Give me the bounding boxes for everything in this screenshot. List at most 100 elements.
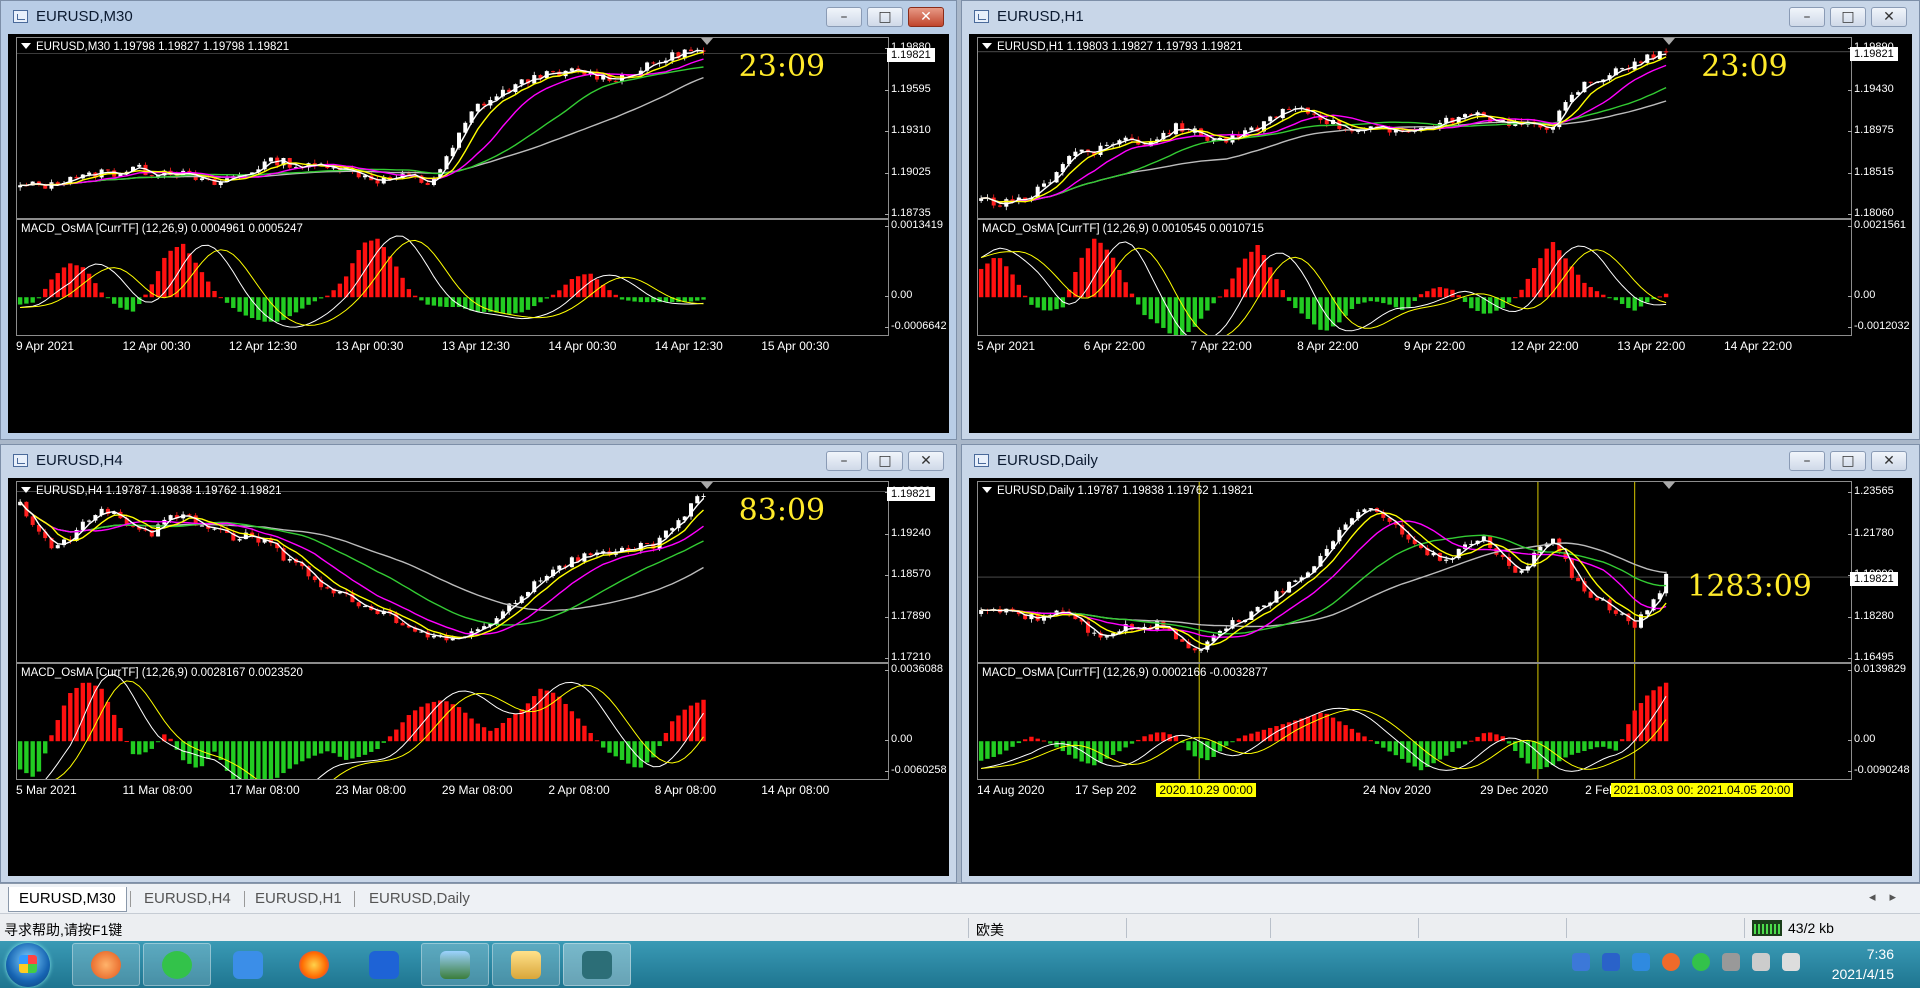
price-pane[interactable]: EURUSD,Daily 1.19787 1.19838 1.19762 1.1… [977,481,1852,663]
macd-bar [306,741,311,759]
macd-axis[interactable]: 0.0139829 0.00 -0.0090248 [1847,663,1912,780]
macd-bar [575,718,581,742]
macd-indicator-label: MACD_OsMA [CurrTF] (12,26,9) 0.0004961 0… [21,223,303,235]
taskbar-clock[interactable]: 7:36 2021/4/15 [1832,944,1894,984]
tab-eurusd-m30[interactable]: EURUSD,M30 [8,887,127,912]
tray-app-icon[interactable] [1572,953,1590,971]
time-tick-label: 7 Apr 22:00 [1190,339,1252,353]
taskbar-app-3[interactable] [214,943,282,986]
wechat-tray-icon[interactable] [1692,953,1710,971]
candle [645,542,650,545]
chart-window-h1[interactable]: EURUSD,H1 – □ ✕ EURUSD,H1 1.19803 1.1982… [961,0,1920,440]
chart-area[interactable]: EURUSD,H1 1.19803 1.19827 1.19793 1.1982… [969,34,1912,433]
macd-bar [1462,297,1468,302]
network-icon[interactable] [1782,953,1800,971]
time-axis[interactable]: 5 Apr 2021 6 Apr 22:00 7 Apr 22:00 8 Apr 22… [977,339,1852,355]
chart-shift-marker-icon[interactable] [1663,38,1676,45]
tray-app-icon[interactable] [1632,953,1650,971]
time-tick-label: 13 Apr 22:00 [1617,339,1686,353]
close-button[interactable]: ✕ [1871,451,1907,471]
taskbar-app-5[interactable] [350,943,418,986]
collapse-triangle-icon[interactable] [982,43,992,49]
macd-bar [1569,266,1575,298]
chart-window-h4[interactable]: EURUSD,H4 – □ ✕ EURUSD,H4 1.19787 1.1983… [0,444,957,883]
macd-bar [1004,266,1009,298]
price-pane[interactable]: EURUSD,H1 1.19803 1.19827 1.19793 1.1982… [977,37,1852,219]
firefox-icon [299,951,329,979]
macd-bar [1236,267,1241,298]
minimize-button[interactable]: – [1789,451,1825,471]
price-pane[interactable]: EURUSD,H4 1.19787 1.19838 1.19762 1.1982… [16,481,889,663]
mdi-workspace: EURUSD,M30 – □ ✕ EURUSD,M30 1.19798 1.19… [0,0,1920,883]
taskbar-app-photos[interactable] [421,943,489,986]
maximize-button[interactable]: □ [1830,451,1866,471]
close-button[interactable]: ✕ [908,451,944,471]
tab-eurusd-h1[interactable]: EURUSD,H1 [245,887,352,911]
maximize-button[interactable]: □ [867,7,903,27]
chart-shift-marker-icon[interactable] [700,482,713,489]
macd-bar [1469,740,1474,742]
tab-eurusd-h4[interactable]: EURUSD,H4 [134,887,241,911]
taskbar-app-firefox[interactable] [280,943,348,986]
time-axis[interactable]: 9 Apr 2021 12 Apr 00:30 12 Apr 12:30 13 Apr… [16,339,889,355]
chart-shift-marker-icon[interactable] [1663,482,1676,489]
price-axis[interactable]: 1.235651.217801.199901.182801.164951.198… [1848,481,1912,663]
time-axis[interactable]: 14 Aug 2020 17 Sep 202 24 Nov 2020 29 Dec 2… [977,783,1852,799]
price-axis[interactable]: 1.199201.192401.185701.178901.172101.198… [885,481,949,663]
macd-axis[interactable]: 0.0036088 0.00 -0.0060258 [884,663,949,780]
chart-window-daily[interactable]: EURUSD,Daily – □ ✕ EURUSD,Daily 1.19787 … [961,444,1920,883]
macd-bar [1431,741,1436,764]
price-tick-label: 1.19595 [885,82,931,95]
taskbar-app-trading[interactable] [563,943,631,986]
chart-shift-marker-icon[interactable] [700,38,713,45]
status-profile[interactable]: 欧美 [976,920,1004,940]
chart-window-m30[interactable]: EURUSD,M30 – □ ✕ EURUSD,M30 1.19798 1.19… [0,0,957,440]
collapse-triangle-icon[interactable] [21,43,31,49]
collapse-triangle-icon[interactable] [982,487,992,493]
macd-bar [1249,733,1254,742]
window-title: EURUSD,M30 [36,8,133,25]
tray-app-icon[interactable] [1722,953,1740,971]
taskbar-app-wechat[interactable] [143,943,211,986]
windows-logo-icon [19,955,37,973]
collapse-triangle-icon[interactable] [21,487,31,493]
time-axis[interactable]: 5 Mar 2021 11 Mar 08:00 17 Mar 08:00 23 Mar… [16,783,889,799]
macd-bar [137,741,142,755]
macd-pane[interactable]: MACD_OsMA [CurrTF] (12,26,9) 0.0028167 0… [16,663,889,780]
minimize-button[interactable]: – [826,7,862,27]
window-titlebar[interactable]: EURUSD,H1 – □ ✕ [962,1,1919,33]
macd-bar [80,682,86,742]
volume-icon[interactable] [1752,953,1770,971]
macd-pane[interactable]: MACD_OsMA [CurrTF] (12,26,9) 0.0002166 -… [977,663,1852,780]
tab-scroll-arrows-icon[interactable]: ◂▸ [1869,889,1910,905]
price-axis[interactable]: 1.19880 1.19595 1.19310 1.19025 1.18735 1.198… [885,37,949,219]
window-titlebar[interactable]: EURUSD,Daily – □ ✕ [962,445,1919,477]
tab-eurusd-daily[interactable]: EURUSD,Daily [359,887,480,911]
price-pane[interactable]: EURUSD,M30 1.19798 1.19827 1.19798 1.198… [16,37,889,219]
time-tick-label: 14 Apr 12:30 [654,339,723,353]
minimize-button[interactable]: – [1789,7,1825,27]
close-button[interactable]: ✕ [908,7,944,27]
macd-bar [268,741,274,779]
chart-area[interactable]: EURUSD,H4 1.19787 1.19838 1.19762 1.1982… [8,478,949,876]
minimize-button[interactable]: – [826,451,862,471]
macd-axis[interactable]: 0.0021561 0.00 -0.0012032 [1847,219,1912,336]
maximize-button[interactable]: □ [867,451,903,471]
close-button[interactable]: ✕ [1871,7,1907,27]
macd-axis[interactable]: 0.0013419 0.00 -0.0006642 [884,219,949,336]
macd-pane[interactable]: MACD_OsMA [CurrTF] (12,26,9) 0.0010545 0… [977,219,1852,336]
taskbar-app-explorer[interactable] [492,943,560,986]
window-titlebar[interactable]: EURUSD,H4 – □ ✕ [1,445,956,477]
chart-area[interactable]: EURUSD,Daily 1.19787 1.19838 1.19762 1.1… [969,478,1912,876]
taskbar-app-1[interactable] [72,943,140,986]
window-titlebar[interactable]: EURUSD,M30 – □ ✕ [1,1,956,33]
macd-pane[interactable]: MACD_OsMA [CurrTF] (12,26,9) 0.0004961 0… [16,219,889,336]
macd-bar [1022,295,1028,298]
chart-area[interactable]: EURUSD,M30 1.19798 1.19827 1.19798 1.198… [8,34,949,433]
time-tick-label: 12 Apr 22:00 [1510,339,1579,353]
price-axis[interactable]: 1.198901.194301.189751.185151.180601.198… [1848,37,1912,219]
shield-icon[interactable] [1602,953,1620,971]
tray-app-icon[interactable] [1662,953,1680,971]
start-button[interactable] [6,943,50,987]
maximize-button[interactable]: □ [1830,7,1866,27]
